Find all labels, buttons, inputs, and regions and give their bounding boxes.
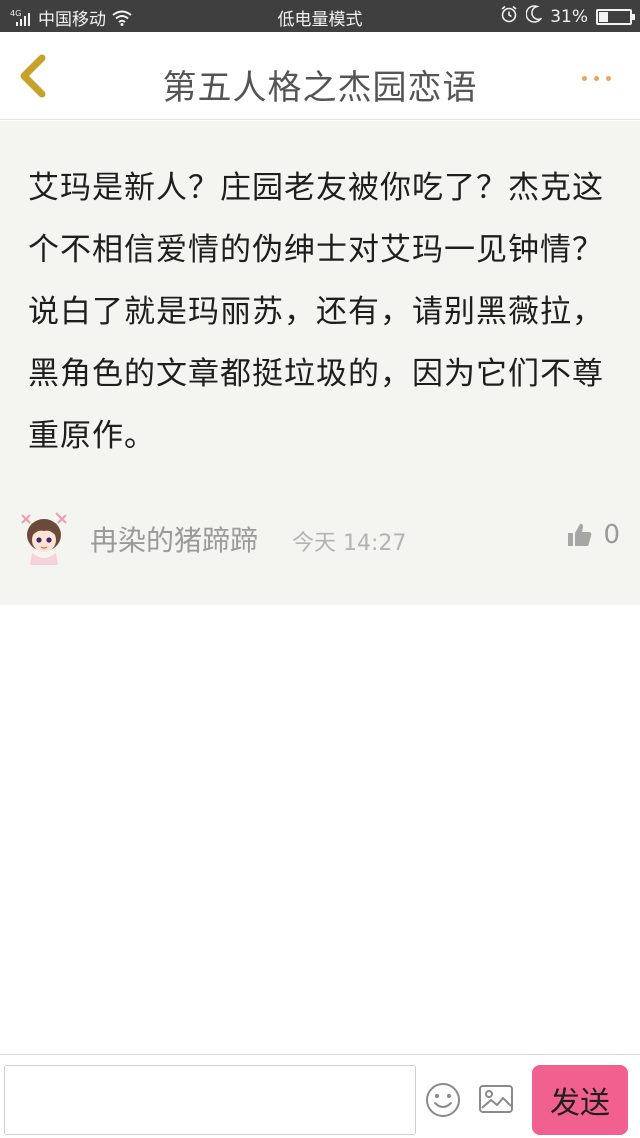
comment-card: 艾玛是新人？庄园老友被你吃了？杰克这个不相信爱情的伪绅士对艾玛一见钟情？说白了就…: [0, 121, 640, 605]
author-name[interactable]: 冉染的猪蹄蹄: [90, 519, 258, 559]
emoji-button[interactable]: [424, 1081, 462, 1119]
send-button[interactable]: 发送: [532, 1065, 628, 1135]
page-title: 第五人格之杰园恋语: [162, 68, 478, 108]
status-right: 31%: [500, 5, 635, 28]
comment-input-bar: 发送: [0, 1054, 640, 1138]
avatar[interactable]: [16, 509, 72, 565]
image-icon: [479, 1085, 513, 1113]
battery-icon: [596, 8, 635, 25]
more-button[interactable]: [582, 68, 622, 88]
smiley-icon: [426, 1083, 460, 1117]
thumbs-up-icon: [568, 523, 592, 546]
battery-percent: 31%: [550, 6, 588, 27]
comment-text: 艾玛是新人？庄园老友被你吃了？杰克这个不相信爱情的伪绅士对艾玛一见钟情？说白了就…: [28, 170, 604, 454]
moon-icon: [525, 5, 543, 28]
comment-input[interactable]: [4, 1065, 416, 1135]
comment-meta: 冉染的猪蹄蹄 今天 14:27 0: [16, 507, 624, 567]
comment-time: 今天 14:27: [292, 531, 407, 556]
image-button[interactable]: [478, 1083, 514, 1115]
alarm-icon: [500, 5, 518, 28]
like-button[interactable]: 0: [567, 517, 620, 553]
battery-fill: [599, 11, 609, 22]
like-count: 0: [603, 520, 620, 550]
status-bar: 4G 中国移动 低电量模式 31%: [0, 0, 640, 32]
more-dots-icon: [582, 75, 587, 81]
app-header: 第五人格之杰园恋语: [0, 32, 640, 120]
